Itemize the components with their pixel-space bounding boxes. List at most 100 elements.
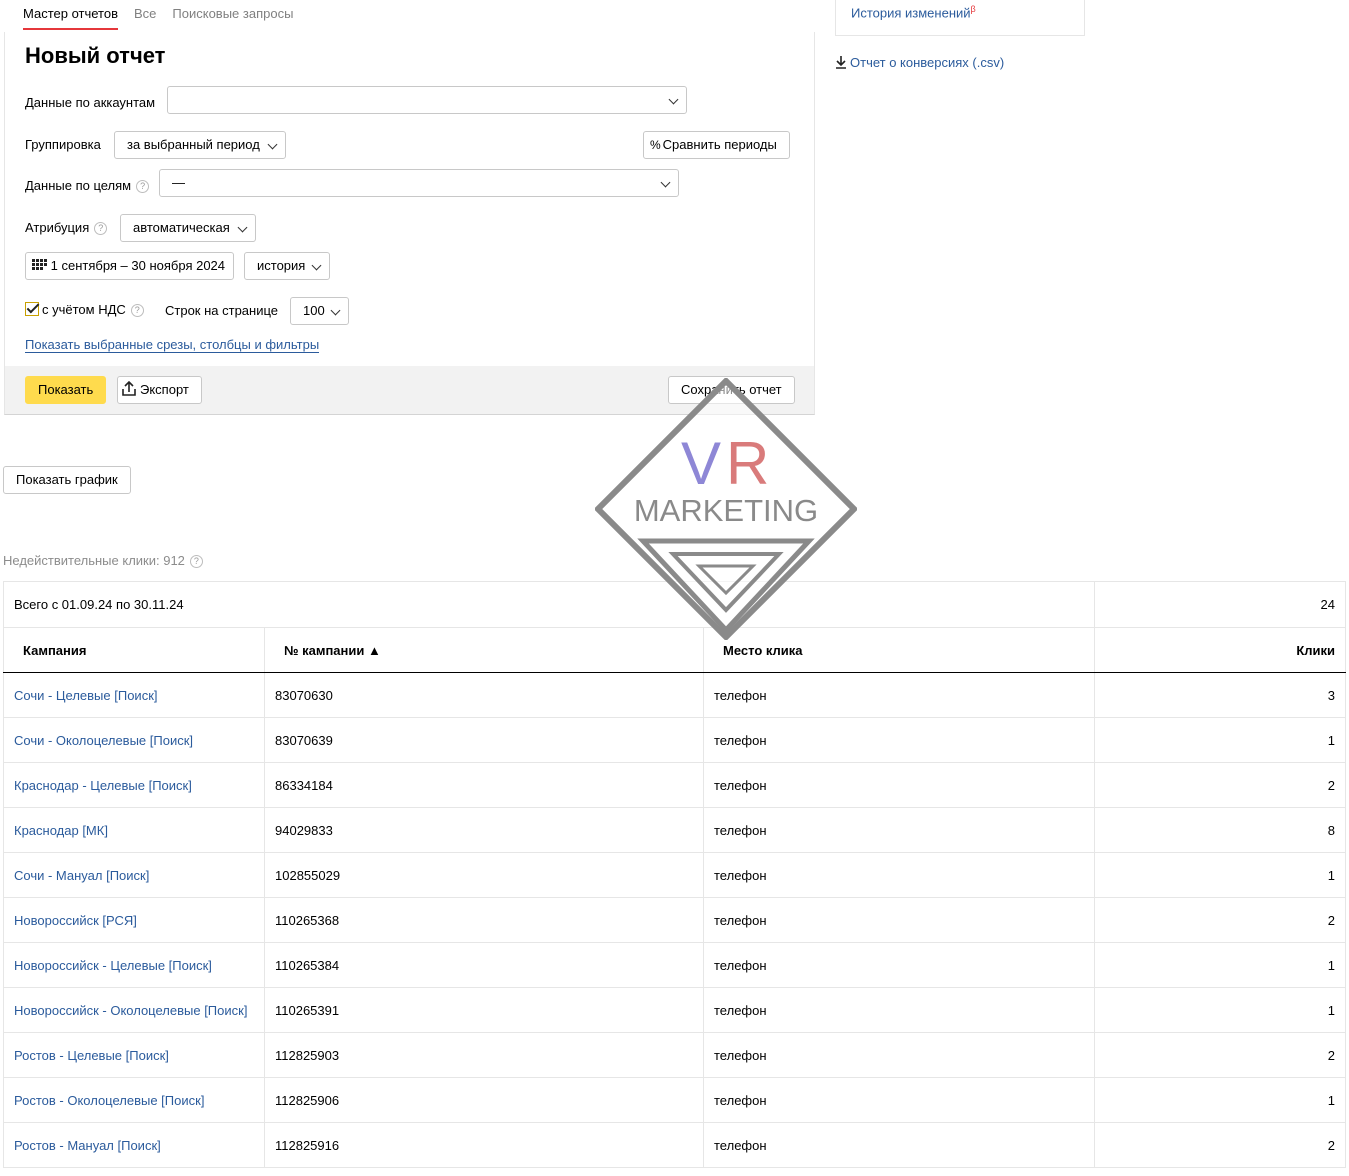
attribution-select[interactable]: автоматическая: [120, 214, 256, 242]
chevron-down-icon: [668, 94, 679, 105]
date-range-value: 1 сентября – 30 ноября 2024: [50, 258, 226, 273]
table-row: Ростов - Мануал [Поиск] 112825916 телефон 2: [3, 1122, 1346, 1168]
table-header-row: Кампания № кампании ▲ Место клика Клики: [3, 627, 1346, 673]
campaign-link[interactable]: Ростов - Целевые [Поиск]: [14, 1048, 169, 1063]
campaign-cell: Краснодар [МК]: [3, 807, 265, 853]
campaign-link[interactable]: Новороссийск [РСЯ]: [14, 913, 137, 928]
goals-label: Данные по целям?: [25, 178, 150, 193]
column-header-click-place[interactable]: Место клика: [703, 627, 1095, 673]
campaign-id-cell: 83070639: [264, 717, 704, 763]
history-value: история: [257, 258, 306, 273]
table-row: Ростов - Целевые [Поиск] 112825903 телефон…: [3, 1032, 1346, 1078]
campaign-link[interactable]: Сочи - Околоцелевые [Поиск]: [14, 733, 193, 748]
clicks-cell: 1: [1094, 987, 1346, 1033]
date-range-picker[interactable]: 1 сентября – 30 ноября 2024: [25, 252, 234, 280]
history-select[interactable]: история: [244, 252, 330, 280]
campaign-cell: Новороссийск - Околоцелевые [Поиск]: [3, 987, 265, 1033]
tab-all[interactable]: Все: [134, 6, 156, 30]
click-place-cell: телефон: [703, 942, 1095, 988]
click-place-cell: телефон: [703, 807, 1095, 853]
page-title: Новый отчет: [25, 43, 166, 68]
vat-checkbox[interactable]: [25, 302, 39, 316]
grouping-select[interactable]: за выбранный период: [114, 131, 286, 159]
clicks-cell: 2: [1094, 1032, 1346, 1078]
campaign-link[interactable]: Ростов - Мануал [Поиск]: [14, 1138, 161, 1153]
report-panel: Новый отчет Данные по аккаунтам Группиро…: [4, 32, 815, 415]
campaign-link[interactable]: Ростов - Околоцелевые [Поиск]: [14, 1093, 204, 1108]
vat-checkbox-row[interactable]: с учётом НДС?: [25, 302, 144, 317]
campaign-link[interactable]: Новороссийск - Целевые [Поиск]: [14, 958, 212, 973]
history-link-label: История изменений: [851, 5, 971, 21]
help-icon[interactable]: ?: [130, 304, 144, 317]
campaign-id-cell: 102855029: [264, 852, 704, 898]
campaign-id-cell: 94029833: [264, 807, 704, 853]
history-link[interactable]: История измененийβ: [851, 4, 976, 20]
help-icon[interactable]: ?: [94, 222, 108, 235]
watermark-r: R: [726, 430, 769, 497]
rows-per-page-select[interactable]: 100: [290, 297, 349, 325]
clicks-cell: 1: [1094, 852, 1346, 898]
rows-per-page-value: 100: [303, 303, 325, 318]
campaign-cell: Ростов - Околоцелевые [Поиск]: [3, 1077, 265, 1123]
show-button[interactable]: Показать: [25, 376, 107, 404]
attribution-label: Атрибуция?: [25, 220, 108, 235]
invalid-clicks-text: Недействительные клики: 912: [3, 553, 185, 568]
click-place-cell: телефон: [703, 987, 1095, 1033]
clicks-cell: 8: [1094, 807, 1346, 853]
column-header-clicks[interactable]: Клики: [1094, 627, 1346, 673]
total-label: Всего с 01.09.24 по 30.11.24: [3, 581, 1095, 628]
campaign-id-cell: 110265384: [264, 942, 704, 988]
goals-value: —: [172, 175, 185, 190]
goals-select[interactable]: —: [159, 169, 679, 197]
compare-periods-button[interactable]: % Сравнить периоды: [643, 131, 790, 159]
conversions-csv-link[interactable]: Отчет о конверсиях (.csv): [835, 55, 1004, 70]
click-place-cell: телефон: [703, 897, 1095, 943]
campaign-cell: Ростов - Мануал [Поиск]: [3, 1122, 265, 1168]
column-header-campaign[interactable]: Кампания: [3, 627, 265, 673]
show-chart-button[interactable]: Показать график: [3, 466, 131, 494]
column-header-campaign-id[interactable]: № кампании ▲: [264, 627, 704, 673]
campaign-id-cell: 83070630: [264, 672, 704, 718]
tab-search-queries[interactable]: Поисковые запросы: [172, 6, 293, 30]
export-button[interactable]: Экспорт: [117, 376, 202, 404]
help-icon[interactable]: ?: [136, 180, 150, 193]
download-icon: [836, 56, 846, 69]
show-filters-link[interactable]: Показать выбранные срезы, столбцы и филь…: [25, 337, 320, 353]
campaign-link[interactable]: Краснодар [МК]: [14, 823, 108, 838]
table-row: Краснодар [МК] 94029833 телефон 8: [3, 807, 1346, 853]
conversions-csv-label: Отчет о конверсиях (.csv): [850, 55, 1005, 70]
campaign-cell: Ростов - Целевые [Поиск]: [3, 1032, 265, 1078]
campaign-cell: Сочи - Околоцелевые [Поиск]: [3, 717, 265, 763]
campaign-link[interactable]: Новороссийск - Околоцелевые [Поиск]: [14, 1003, 247, 1018]
accounts-select[interactable]: [167, 86, 687, 114]
table-row: Сочи - Мануал [Поиск] 102855029 телефон 1: [3, 852, 1346, 898]
clicks-cell: 2: [1094, 897, 1346, 943]
campaign-id-cell: 110265391: [264, 987, 704, 1033]
grouping-label: Группировка: [25, 137, 101, 152]
compare-periods-label: Сравнить периоды: [662, 137, 777, 152]
watermark-marketing: MARKETING: [634, 493, 818, 528]
upload-icon: [122, 380, 136, 396]
campaign-id-cell: 110265368: [264, 897, 704, 943]
rows-per-page-label: Строк на странице: [165, 303, 279, 318]
save-report-button[interactable]: Сохранить отчет: [668, 376, 795, 404]
report-tabs: Мастер отчетов Все Поисковые запросы: [23, 6, 293, 30]
campaign-link[interactable]: Сочи - Мануал [Поиск]: [14, 868, 149, 883]
table-row: Сочи - Околоцелевые [Поиск] 83070639 телеф…: [3, 717, 1346, 763]
campaign-link[interactable]: Краснодар - Целевые [Поиск]: [14, 778, 192, 793]
chevron-down-icon: [311, 260, 322, 271]
click-place-cell: телефон: [703, 762, 1095, 808]
tab-report-master[interactable]: Мастер отчетов: [23, 6, 118, 30]
campaign-link[interactable]: Сочи - Целевые [Поиск]: [14, 688, 158, 703]
clicks-cell: 1: [1094, 1077, 1346, 1123]
beta-badge: β: [970, 4, 976, 14]
clicks-cell: 3: [1094, 672, 1346, 718]
table-row: Новороссийск - Околоцелевые [Поиск] 11026…: [3, 987, 1346, 1033]
campaign-cell: Сочи - Мануал [Поиск]: [3, 852, 265, 898]
attribution-label-text: Атрибуция: [25, 220, 90, 235]
chevron-down-icon: [267, 139, 278, 150]
total-value: 24: [1094, 581, 1346, 628]
help-icon[interactable]: ?: [189, 555, 203, 568]
grouping-value: за выбранный период: [127, 137, 260, 152]
campaign-id-cell: 112825906: [264, 1077, 704, 1123]
